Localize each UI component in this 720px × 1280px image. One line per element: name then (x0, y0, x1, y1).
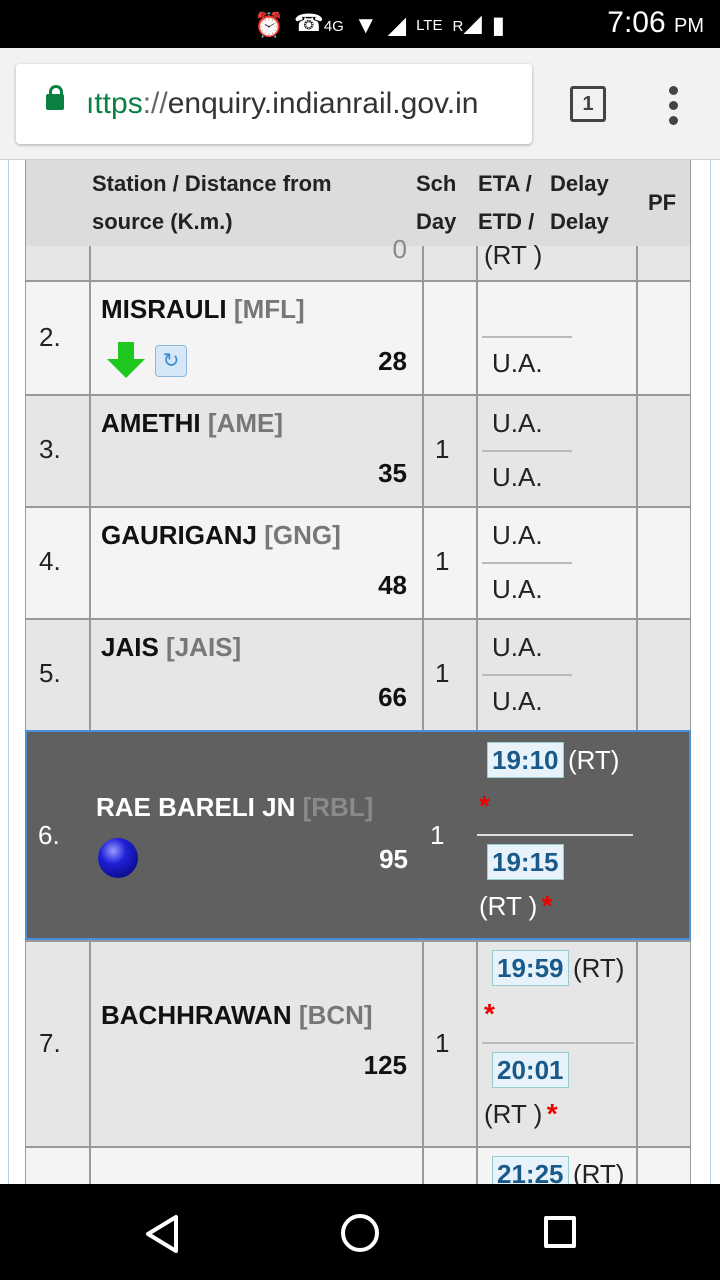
table-row[interactable]: 5. JAIS [JAIS] 66 1 U.A. U.A. (26, 618, 690, 730)
browser-toolbar: ıttps://enquiry.indianrail.gov.in 1 (0, 48, 720, 160)
row-number: 6. (38, 820, 60, 850)
alarm-icon: ⏰ (254, 11, 284, 39)
lte-label: LTE (416, 17, 443, 34)
arrow-down-icon (107, 342, 145, 378)
etd-value: U.A. (492, 348, 543, 378)
table-row[interactable]: 4. GAURIGANJ [GNG] 48 1 U.A. U.A. (26, 506, 690, 618)
station-name[interactable]: MISRAULI [MFL] (101, 294, 305, 325)
table-row-partial-top: 0 (RT ) (26, 234, 690, 280)
status-bar: ⏰ ☎4G ▼ ◢ LTE R◢ ▮ 7:06 PM (0, 0, 720, 48)
etd-rt-line: (RT ) * (484, 1098, 558, 1130)
eta-rt: (RT) (572, 953, 625, 983)
volte-call-icon: ☎4G (293, 10, 344, 37)
delay-star: * (484, 998, 495, 1029)
eta-value: U.A. (492, 408, 543, 438)
distance: 35 (378, 458, 407, 488)
etd-time: 20:01 (492, 1052, 569, 1088)
header-eta: ETA / (478, 171, 532, 196)
etd-value: U.A. (492, 686, 543, 716)
signal-icon: ◢ (387, 11, 407, 39)
frame-border-left (8, 160, 9, 1184)
sch-day: 1 (435, 658, 450, 688)
station-name[interactable]: JAIS [JAIS] (101, 632, 241, 663)
frame-border-right (710, 160, 711, 1184)
sch-day: 1 (435, 434, 450, 464)
sync-icon: ↻ (155, 345, 187, 377)
etd-rt: (RT ) (479, 891, 538, 921)
header-sch: Sch (416, 171, 457, 196)
current-location-icon (98, 838, 138, 878)
sch-day: 1 (430, 820, 445, 850)
signal-roaming-icon: R◢ (452, 10, 482, 37)
etd-value: U.A. (492, 574, 543, 604)
header-day: Day (416, 209, 457, 234)
header-station-line2: source (K.m.) (92, 209, 233, 234)
distance: 28 (378, 346, 407, 376)
delay-star: * (541, 890, 553, 921)
back-icon[interactable] (144, 1214, 180, 1254)
eta-rt: (RT) (567, 745, 620, 775)
battery-charging-icon: ▮ (491, 11, 505, 39)
sch-day: 1 (435, 1028, 450, 1058)
station-name[interactable]: AMETHI [AME] (101, 408, 283, 439)
eta-value: U.A. (492, 632, 543, 662)
header-station: Station / Distance from (92, 171, 332, 196)
table-row[interactable]: 7. BACHHRAWAN [BCN] 125 1 19:59 (RT) * 2… (26, 940, 690, 1146)
distance: 125 (363, 1050, 407, 1080)
row-number: 5. (39, 658, 61, 688)
distance: 66 (378, 682, 407, 712)
header-pf: PF (648, 190, 677, 215)
eta-time: 19:59 (492, 950, 569, 986)
row-number: 7. (39, 1028, 61, 1058)
etd-rt-line: (RT ) * (479, 890, 553, 922)
overflow-menu-icon[interactable] (662, 86, 686, 126)
table-row[interactable]: 3. AMETHI [AME] 35 1 U.A. U.A. (26, 394, 690, 506)
sch-day: 1 (435, 546, 450, 576)
header-delay: Delay (550, 171, 609, 196)
table-header: Station / Distance from source (K.m.) Sc… (26, 160, 690, 246)
eta-cell: 21:25 (RT) (492, 1156, 624, 1184)
distance: 0 (392, 234, 407, 264)
etd-rt: (RT ) (484, 1099, 543, 1129)
table-row[interactable]: 2. MISRAULI [MFL] ↻ 28 U.A. (26, 280, 690, 394)
address-bar[interactable]: ıttps://enquiry.indianrail.gov.in (16, 64, 532, 144)
lock-icon (46, 85, 64, 110)
table-row-partial-bottom: 21:25 (RT) (26, 1146, 690, 1184)
tabs-icon[interactable]: 1 (570, 86, 606, 122)
station-name[interactable]: RAE BARELI JN [RBL] (96, 792, 373, 823)
station-name[interactable]: BACHHRAWAN [BCN] (101, 1000, 373, 1031)
row-number: 4. (39, 546, 61, 576)
eta-cell: 19:59 (RT) (492, 950, 624, 986)
train-schedule-table: Station / Distance from source (K.m.) Sc… (25, 160, 691, 1184)
distance: 48 (378, 570, 407, 600)
wifi-icon: ▼ (353, 11, 378, 39)
distance: 95 (379, 844, 408, 874)
eta-value: U.A. (492, 520, 543, 550)
eta-time: 19:10 (487, 742, 564, 778)
row-number: 2. (39, 322, 61, 352)
eta-time: 21:25 (492, 1156, 569, 1184)
etd-time: 19:15 (487, 844, 564, 880)
etd-value: U.A. (492, 462, 543, 492)
table-row-current-station[interactable]: 6. RAE BARELI JN [RBL] 95 1 19:10 (RT) *… (25, 730, 691, 940)
etd-cell: 20:01 (492, 1052, 569, 1088)
navigation-bar (0, 1184, 720, 1280)
recent-apps-icon[interactable] (544, 1216, 576, 1248)
page-content: Station / Distance from source (K.m.) Sc… (0, 160, 720, 1184)
eta-rt: (RT) (572, 1159, 625, 1184)
header-delay-2: Delay (550, 209, 609, 234)
station-name[interactable]: GAURIGANJ [GNG] (101, 520, 341, 551)
etd-cell: 19:15 (487, 844, 564, 880)
status-icons: ⏰ ☎4G ▼ ◢ LTE R◢ ▮ (254, 8, 505, 43)
home-icon[interactable] (341, 1214, 379, 1252)
delay-star: * (479, 790, 490, 821)
eta-cell: 19:10 (RT) (487, 742, 619, 778)
etd-rt: (RT ) (484, 240, 543, 270)
header-etd: ETD / (478, 209, 535, 234)
clock: 7:06 PM (607, 6, 704, 39)
delay-star: * (546, 1098, 558, 1129)
url-text[interactable]: ıttps://enquiry.indianrail.gov.in (86, 84, 478, 124)
row-number: 3. (39, 434, 61, 464)
